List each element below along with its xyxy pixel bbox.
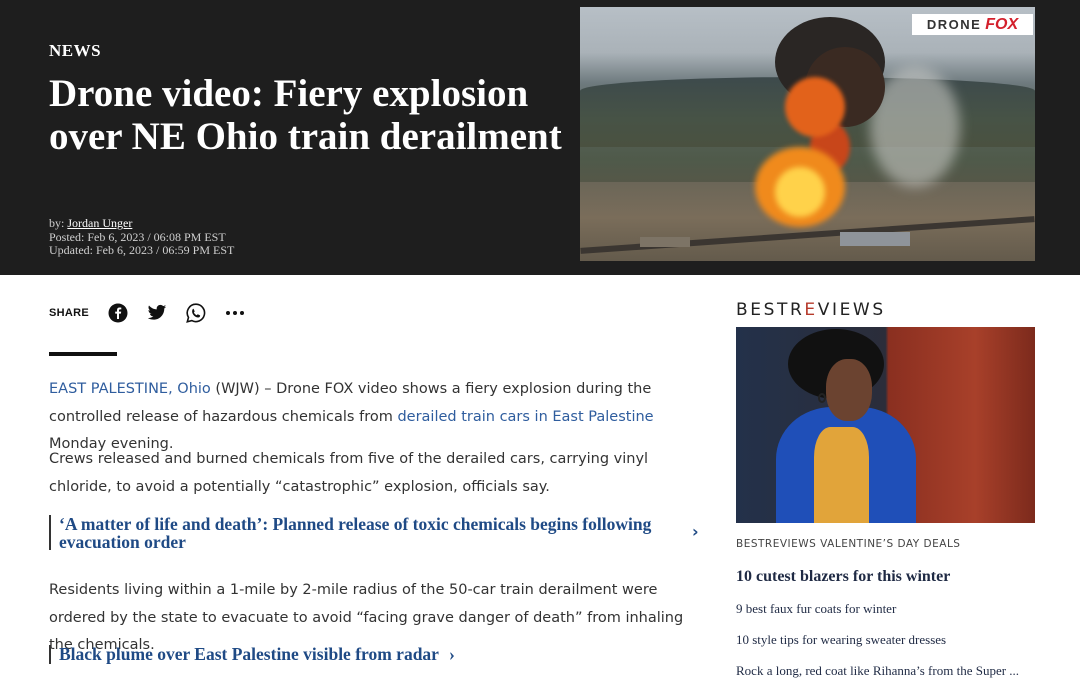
section-divider bbox=[49, 352, 117, 356]
facebook-icon[interactable] bbox=[107, 302, 129, 324]
twitter-icon[interactable] bbox=[146, 302, 168, 324]
more-icon[interactable] bbox=[224, 302, 246, 324]
logo-text: BESTR bbox=[736, 300, 805, 320]
byline-prefix: by: bbox=[49, 216, 65, 230]
updated-date: Updated: Feb 6, 2023 / 06:59 PM EST bbox=[49, 243, 235, 257]
dateline-link[interactable]: EAST PALESTINE, Ohio bbox=[49, 381, 211, 397]
chevron-right-icon[interactable]: › bbox=[449, 644, 455, 664]
promo-earring bbox=[818, 393, 826, 403]
promo-headline[interactable]: 10 cutest blazers for this winter bbox=[736, 568, 950, 586]
promo-kicker[interactable]: BESTREVIEWS VALENTINE’S DAY DEALS bbox=[736, 538, 960, 550]
byline: by: Jordan Unger Posted: Feb 6, 2023 / 0… bbox=[49, 216, 235, 258]
promo-link-2[interactable]: 10 style tips for wearing sweater dresse… bbox=[736, 631, 1026, 648]
logo-fox-text: FOX bbox=[985, 15, 1019, 33]
promo-link-3[interactable]: Rock a long, red coat like Rihanna’s fro… bbox=[736, 662, 1026, 679]
promo-link-1[interactable]: 9 best faux fur coats for winter bbox=[736, 600, 1026, 617]
share-bar: SHARE bbox=[49, 301, 263, 325]
author-link[interactable]: Jordan Unger bbox=[67, 216, 132, 230]
promo-face bbox=[826, 359, 872, 421]
logo-drone-text: DRONE bbox=[926, 17, 982, 32]
logo-text: VIEWS bbox=[817, 300, 886, 320]
hero-building bbox=[640, 237, 690, 247]
promo-image[interactable] bbox=[736, 327, 1035, 523]
chevron-right-icon[interactable]: › bbox=[692, 522, 699, 541]
posted-date: Posted: Feb 6, 2023 / 06:08 PM EST bbox=[49, 229, 226, 244]
related-story-link-1[interactable]: ‘A matter of life and death’: Planned re… bbox=[49, 514, 709, 552]
hero-fire bbox=[785, 77, 845, 137]
article-header: NEWS Drone video: Fiery explosion over N… bbox=[0, 0, 1080, 275]
derailed-cars-link[interactable]: derailed train cars in East Palestine bbox=[397, 409, 653, 425]
related-story-title[interactable]: ‘A matter of life and death’: Planned re… bbox=[59, 514, 651, 552]
article-paragraph-2: Crews released and burned chemicals from… bbox=[49, 451, 649, 495]
hero-fire-core bbox=[775, 167, 825, 217]
section-kicker[interactable]: NEWS bbox=[49, 41, 101, 61]
author-line: by: Jordan Unger bbox=[49, 216, 234, 231]
related-story-link-2[interactable]: Black plume over East Palestine visible … bbox=[49, 645, 709, 664]
logo-accent-letter: E bbox=[804, 300, 818, 320]
article-headline: Drone video: Fiery explosion over NE Ohi… bbox=[49, 72, 562, 158]
bestreviews-logo[interactable]: BESTREVIEWS bbox=[736, 300, 886, 320]
related-story-title[interactable]: Black plume over East Palestine visible … bbox=[59, 644, 439, 664]
hero-building bbox=[840, 232, 910, 246]
promo-shirt bbox=[814, 427, 869, 523]
whatsapp-icon[interactable] bbox=[185, 302, 207, 324]
drone-fox-logo: DRONE FOX bbox=[912, 14, 1033, 35]
hero-image[interactable]: DRONE FOX bbox=[580, 7, 1035, 261]
share-label: SHARE bbox=[49, 307, 90, 319]
